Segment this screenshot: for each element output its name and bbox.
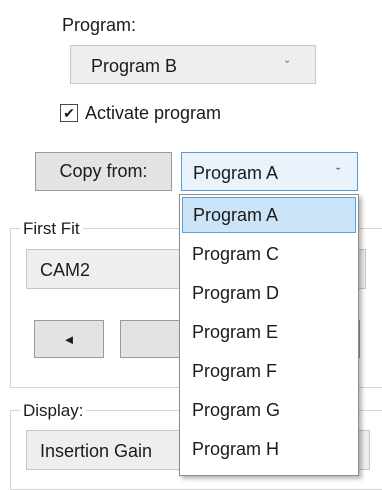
- dropdown-option-program-e[interactable]: Program E: [182, 315, 356, 351]
- checkmark-icon: ✔: [63, 105, 75, 121]
- display-select-value: Insertion Gain: [40, 441, 153, 461]
- dropdown-option-program-a[interactable]: Program A: [182, 197, 356, 233]
- chevron-down-icon: ˇ: [285, 58, 290, 73]
- display-title: Display:: [20, 401, 87, 421]
- copy-source-dropdown: Program A Program C Program D Program E …: [179, 194, 359, 476]
- copy-source-select[interactable]: Program A ˇ: [181, 152, 358, 191]
- left-arrow-icon: ◄: [62, 331, 76, 347]
- dropdown-option-program-f[interactable]: Program F: [182, 354, 356, 390]
- copy-source-select-value: Program A: [193, 163, 279, 183]
- dropdown-option-program-g[interactable]: Program G: [182, 393, 356, 429]
- copy-from-button[interactable]: Copy from:: [35, 152, 172, 191]
- first-fit-select-value: CAM2: [40, 260, 91, 280]
- activate-program-label: Activate program: [85, 103, 222, 123]
- previous-button[interactable]: ◄: [34, 320, 104, 358]
- dropdown-option-program-h[interactable]: Program H: [182, 432, 356, 468]
- copy-from-button-label: Copy from:: [59, 161, 148, 181]
- program-select[interactable]: Program B ˇ: [70, 45, 316, 84]
- dropdown-option-program-d[interactable]: Program D: [182, 276, 356, 312]
- first-fit-title: First Fit: [20, 219, 83, 239]
- checkbox-box[interactable]: ✔: [60, 104, 78, 122]
- activate-program-checkbox[interactable]: ✔ Activate program: [60, 100, 300, 126]
- program-select-value: Program B: [91, 56, 178, 76]
- chevron-down-icon: ˇ: [336, 165, 341, 180]
- dropdown-option-program-c[interactable]: Program C: [182, 237, 356, 273]
- program-label: Program:: [62, 15, 137, 35]
